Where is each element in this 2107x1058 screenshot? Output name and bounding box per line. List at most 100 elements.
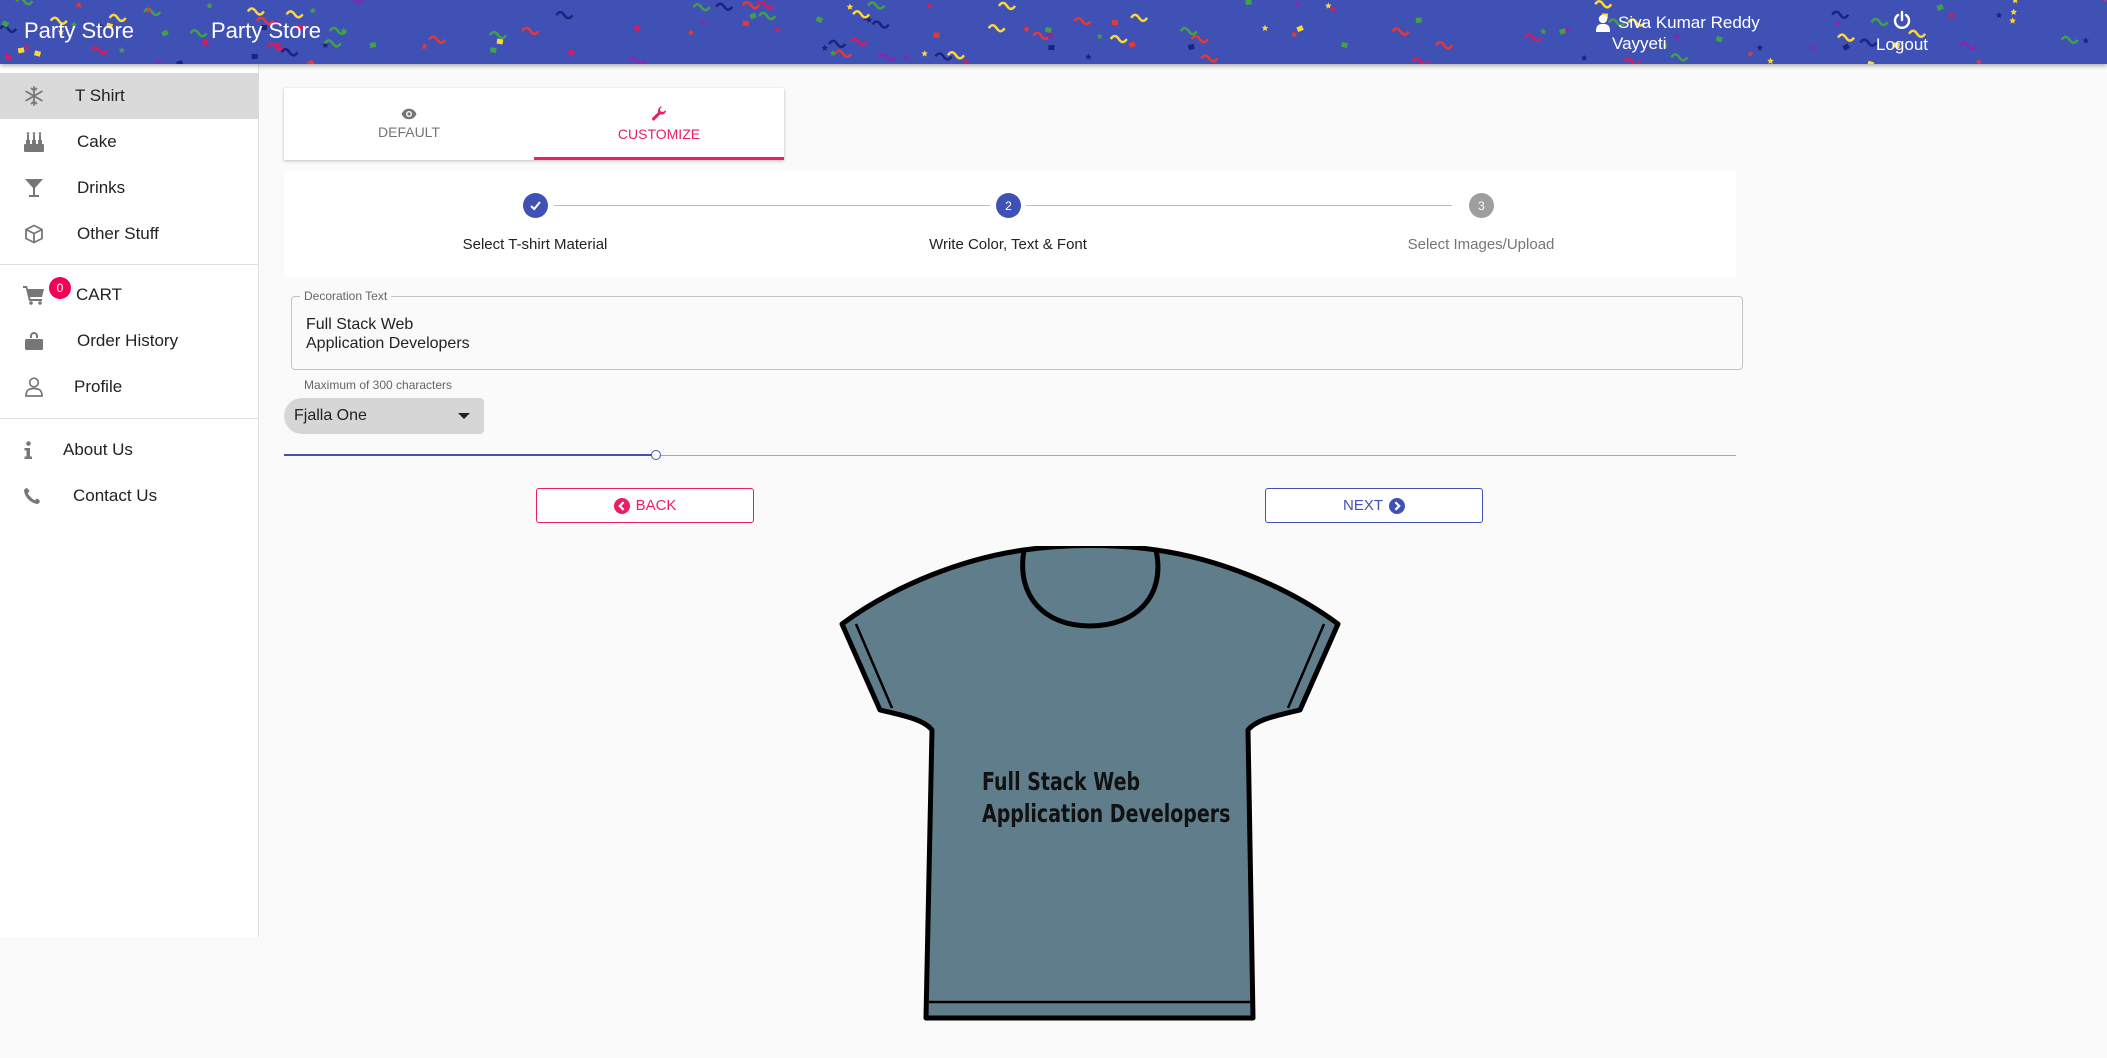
font-select[interactable]: Fjalla One: [284, 398, 484, 434]
confetti-piece: [1391, 27, 1410, 36]
confetti-piece: [1623, 57, 1642, 64]
user-name-line2: Vayyeti: [1612, 34, 1667, 53]
view-tabs: DEFAULT CUSTOMIZE: [284, 88, 784, 160]
confetti-piece: [1261, 24, 1269, 31]
confetti-piece: [926, 2, 933, 9]
decoration-text-input[interactable]: [306, 315, 1726, 359]
phone-icon: [20, 484, 44, 508]
sidebar-item-order-history[interactable]: Order History: [0, 318, 259, 364]
confetti-piece: [1293, 0, 1301, 7]
sidebar-item-tshirt[interactable]: T Shirt: [0, 73, 259, 119]
confetti-piece: [1296, 25, 1304, 33]
confetti-piece: [867, 1, 886, 10]
confetti-piece: [1073, 16, 1092, 26]
confetti-piece: [1200, 54, 1219, 63]
back-button[interactable]: BACK: [536, 488, 754, 523]
logout-button[interactable]: Logout: [1876, 10, 1928, 55]
sidebar-item-label: Other Stuff: [77, 224, 159, 243]
confetti-piece: [749, 12, 757, 20]
wrench-icon: [651, 106, 667, 121]
sidebar-item-label: Drinks: [77, 178, 126, 197]
confetti-piece: [687, 29, 695, 36]
decoration-text-field: Decoration Text: [291, 289, 1743, 370]
user-menu[interactable]: Siva Kumar Reddy Vayyeti: [1596, 12, 1760, 54]
confetti-piece: [1670, 53, 1689, 62]
step-2-number: 2: [996, 193, 1021, 218]
next-button[interactable]: NEXT: [1265, 488, 1483, 523]
brand-title[interactable]: Party Store: [24, 18, 134, 44]
confetti-piece: [1580, 54, 1588, 61]
confetti-piece: [1411, 57, 1430, 64]
sidebar-item-label: About Us: [63, 440, 133, 459]
font-size-slider-thumb[interactable]: [650, 450, 661, 460]
font-select-value: Fjalla One: [294, 407, 367, 424]
tab-customize[interactable]: CUSTOMIZE: [534, 88, 784, 160]
confetti-piece: [306, 59, 315, 64]
confetti-piece: [189, 29, 208, 38]
sidebar-item-label: CART: [76, 285, 122, 304]
step-1-check: [523, 193, 548, 218]
confetti-piece: [1809, 44, 1817, 51]
confetti-piece: [628, 56, 647, 64]
sidebar-divider: [0, 418, 259, 419]
confetti-piece: [2009, 17, 2016, 24]
power-icon: [1893, 10, 1911, 29]
tab-default[interactable]: DEFAULT: [284, 88, 534, 160]
confetti-piece: [774, 26, 781, 33]
confetti-piece: [1948, 11, 1955, 19]
confetti-piece: [118, 46, 126, 54]
sidebar-item-contact[interactable]: Contact Us: [0, 473, 259, 519]
confetti-piece: [75, 1, 83, 9]
tshirt-print-line1: Full Stack Web: [982, 767, 1141, 796]
cocktail-icon: [22, 176, 46, 200]
snowflake-icon: [22, 84, 46, 108]
confetti-piece: [0, 24, 18, 34]
tab-label: DEFAULT: [378, 124, 440, 140]
confetti-piece: [1325, 2, 1332, 9]
confetti-piece: [1109, 34, 1128, 44]
confetti-piece: [1975, 58, 1983, 64]
decoration-helper-text: Maximum of 300 characters: [304, 378, 453, 392]
sidebar-item-cart[interactable]: 0 CART: [0, 272, 259, 318]
confetti-piece: [489, 30, 508, 40]
confetti-piece: [15, 0, 34, 6]
confetti-piece: [421, 43, 428, 50]
step-3-number: 3: [1469, 193, 1494, 218]
sidebar-item-profile[interactable]: Profile: [0, 364, 259, 410]
confetti-piece: [1032, 31, 1051, 41]
confetti-piece: [1767, 57, 1774, 64]
confetti-piece: [369, 42, 377, 49]
stepper: Select T-shirt Material 2 Write Color, T…: [284, 170, 1736, 277]
font-size-slider-track: [284, 454, 656, 456]
cart-icon: [22, 283, 46, 307]
confetti-piece: [921, 50, 928, 57]
logout-label: Logout: [1876, 35, 1928, 54]
confetti-piece: [1341, 41, 1348, 49]
sidebar-item-other-stuff[interactable]: Other Stuff: [0, 211, 259, 257]
confetti-piece: [246, 7, 265, 16]
confetti-piece: [155, 58, 163, 64]
confetti-piece: [33, 50, 42, 57]
sidebar-item-label: Profile: [74, 377, 123, 396]
sidebar-item-about[interactable]: About Us: [0, 427, 259, 473]
brand-title-secondary[interactable]: Party Store: [211, 18, 321, 44]
confetti-piece: [821, 44, 828, 51]
confetti-piece: [567, 49, 576, 57]
sidebar-divider: [0, 264, 259, 265]
confetti-piece: [756, 0, 775, 10]
user-icon: [1596, 14, 1610, 32]
sidebar-item-drinks[interactable]: Drinks: [0, 165, 259, 211]
confetti-piece: [251, 53, 258, 60]
confetti-piece: [1023, 25, 1030, 33]
tab-label: CUSTOMIZE: [617, 126, 701, 142]
step-1-label: Select T-shirt Material: [462, 236, 608, 253]
confetti-piece: [846, 3, 854, 10]
confetti-piece: [692, 2, 711, 12]
confetti-piece: [1559, 28, 1567, 35]
user-outline-icon: [22, 375, 46, 399]
back-label: BACK: [635, 497, 677, 514]
sidebar-item-cake[interactable]: Cake: [0, 119, 259, 165]
step-connector: [554, 205, 990, 206]
confetti-piece: [903, 54, 910, 61]
confetti-piece: [715, 2, 734, 11]
